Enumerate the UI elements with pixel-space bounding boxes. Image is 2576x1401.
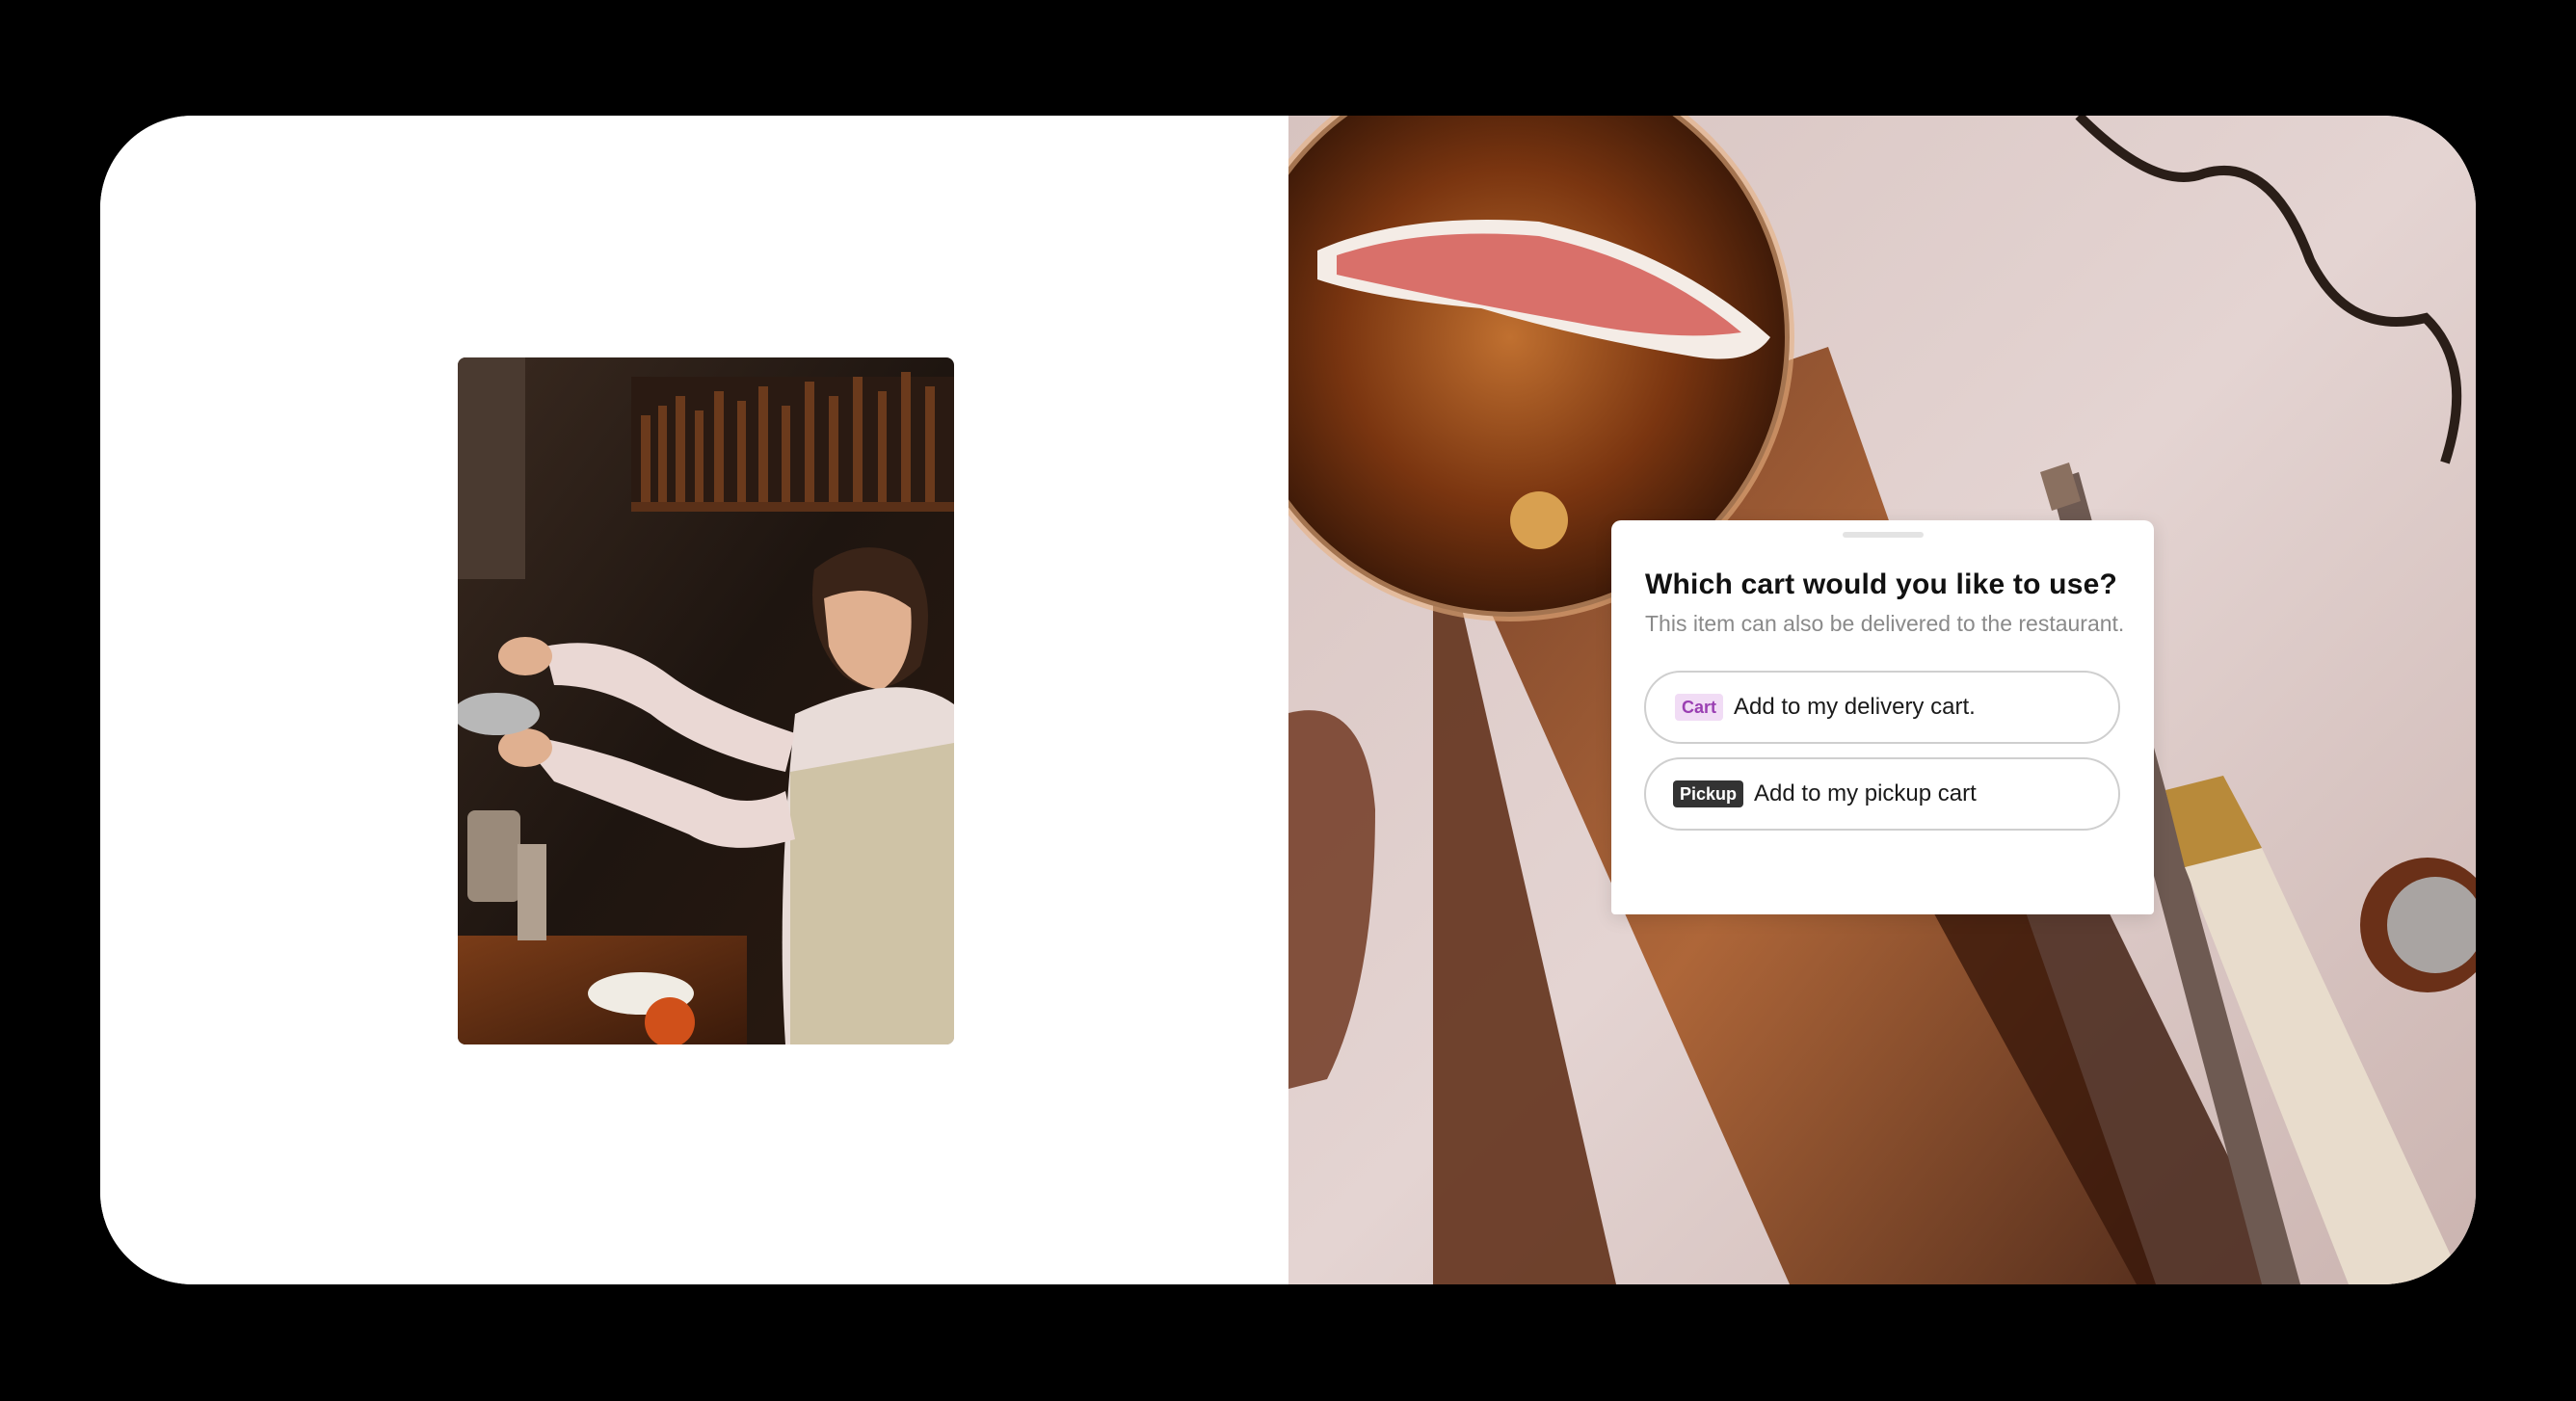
delivery-cart-option[interactable]: Cart Add to my delivery cart. (1644, 671, 2120, 744)
delivery-cart-label: Add to my delivery cart. (1734, 694, 1976, 720)
pickup-cart-label: Add to my pickup cart (1754, 780, 1977, 806)
drag-handle[interactable] (1843, 532, 1924, 538)
pickup-cart-option[interactable]: Pickup Add to my pickup cart (1644, 757, 2120, 831)
sheet-title: Which cart would you like to use? (1645, 568, 2117, 600)
left-pane (100, 116, 1288, 1284)
bartender-photo (458, 357, 954, 1044)
bartender-image (458, 357, 954, 1044)
cart-choice-sheet: Which cart would you like to use? This i… (1611, 520, 2154, 914)
pickup-badge: Pickup (1673, 780, 1744, 807)
sheet-subtitle: This item can also be delivered to the r… (1645, 611, 2125, 636)
cart-badge: Cart (1675, 694, 1724, 721)
